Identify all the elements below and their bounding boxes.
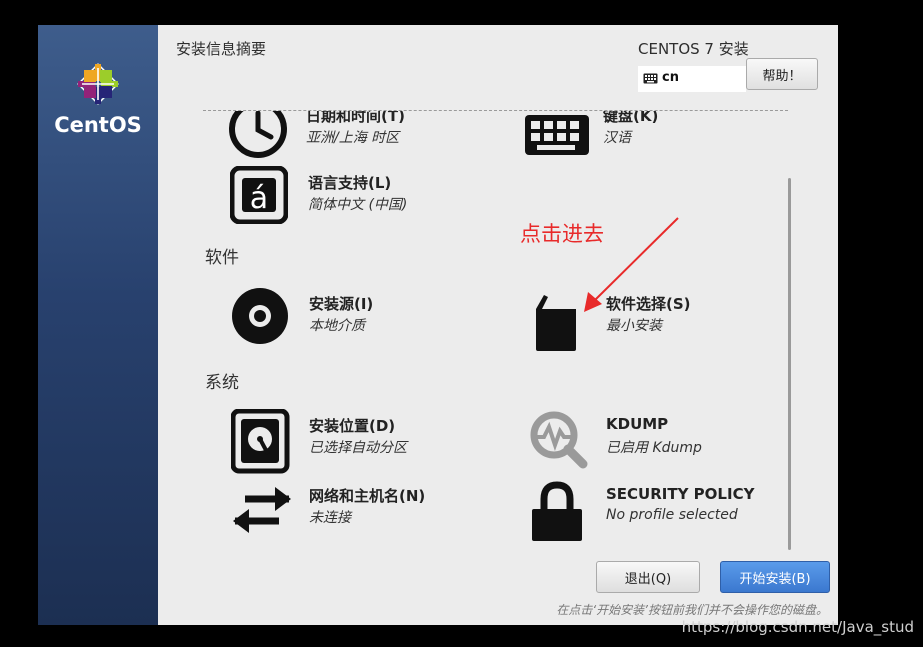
annotation-arrow-icon bbox=[584, 217, 679, 312]
annotation-text: 点击进去 bbox=[520, 222, 604, 246]
watermark: https://blog.csdn.net/Java_stud bbox=[681, 618, 914, 636]
